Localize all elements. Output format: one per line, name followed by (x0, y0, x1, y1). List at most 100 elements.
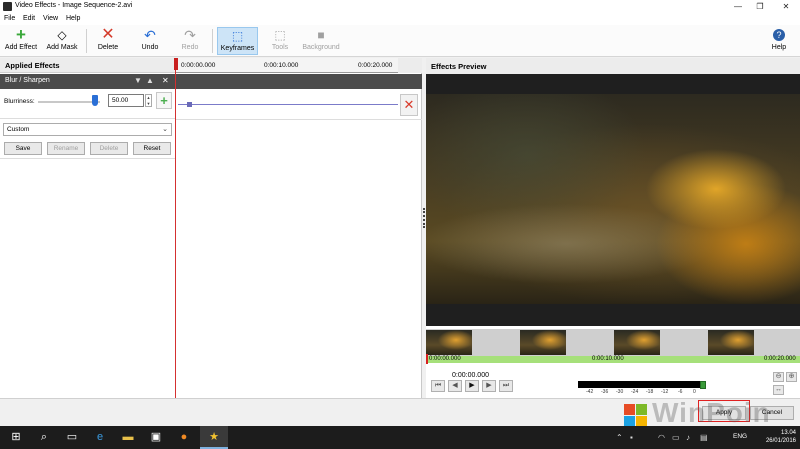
playhead-handle[interactable] (174, 58, 178, 70)
thumbnail (708, 330, 754, 355)
step-forward-button[interactable]: ▶ (482, 380, 496, 392)
add-keyframe-icon: + (160, 93, 168, 108)
blurriness-label: Blurriness: (4, 98, 35, 105)
blurriness-value-field[interactable]: 50.00 (108, 94, 144, 107)
delete-preset-button[interactable]: Delete (90, 142, 128, 155)
preview-timeline-bar[interactable]: 0:00:00.000 0:00:10.000 0:00:20.000 (426, 356, 800, 363)
taskbar-explorer[interactable]: ▬ (114, 426, 142, 449)
menu-help[interactable]: Help (66, 15, 80, 22)
taskbar-store[interactable]: ▣ (142, 426, 170, 449)
move-up-icon[interactable]: ▲ (146, 76, 154, 85)
blurriness-param-row: Blurriness: 50.00 ▲ ▼ + (0, 89, 176, 119)
tray-notification-icon[interactable]: ▤ (700, 433, 708, 442)
volume-meter (578, 381, 700, 388)
window-title: Video Effects - Image Sequence-2.avi (15, 2, 133, 9)
step-back-icon: ◀ (452, 382, 458, 389)
zoom-in-icon: ⊕ (788, 373, 795, 380)
search-button[interactable]: ⌕ (30, 426, 58, 449)
play-button[interactable]: ▶ (465, 380, 479, 392)
step-forward-icon: ▶ (486, 382, 492, 389)
add-keyframe-button[interactable]: + (156, 92, 172, 109)
search-icon: ⌕ (40, 431, 48, 443)
timeline-playhead[interactable] (175, 58, 176, 398)
undo-button[interactable]: ↶ Undo (136, 27, 164, 55)
app-icon (3, 2, 12, 11)
start-button[interactable]: ⊞ (2, 426, 30, 449)
tray-app-icon[interactable]: ▪ (630, 433, 633, 442)
blurriness-slider-track[interactable] (38, 101, 100, 103)
clock-time: 13.04 (780, 430, 796, 436)
task-view-button[interactable]: ▭ (58, 426, 86, 449)
taskbar-edge[interactable]: e (86, 426, 114, 449)
delete-button[interactable]: ✕ Delete (94, 27, 122, 55)
tray-battery-icon[interactable]: ▭ (672, 433, 680, 442)
timeline-label: 0:00:00.000 (429, 356, 461, 362)
taskbar-video-editor[interactable]: ★ (200, 426, 228, 449)
zoom-in-button[interactable]: ⊕ (786, 372, 797, 382)
toolbar-divider (212, 29, 213, 53)
plus-icon: + (16, 25, 26, 44)
menu-view[interactable]: View (43, 15, 58, 22)
preset-dropdown[interactable]: Custom ⌄ (3, 123, 172, 136)
delete-x-icon: ✕ (101, 26, 115, 43)
reset-preset-button[interactable]: Reset (133, 142, 171, 155)
go-to-end-button[interactable]: ⏭ (499, 380, 513, 392)
effects-preview-header: Effects Preview (426, 58, 800, 74)
windows-taskbar: ⊞ ⌕ ▭ e ▬ ▣ ● ★ ⌃ ▪ ◠ ▭ ♪ ▤ ENG 13.04 26… (0, 426, 800, 449)
move-down-icon[interactable]: ▼ (134, 76, 142, 85)
keyframe-marker[interactable] (187, 102, 192, 107)
go-to-start-button[interactable]: ⏮ (431, 380, 445, 392)
effect-name: Blur / Sharpen (5, 77, 50, 84)
thumbnail (614, 330, 660, 355)
redo-button[interactable]: ↷ Redo (176, 27, 204, 55)
tray-chevron-icon[interactable]: ⌃ (616, 433, 623, 442)
timeline-label: 0:00:10.000 (592, 356, 624, 362)
firefox-icon: ● (180, 431, 188, 443)
toolbar-divider (86, 29, 87, 53)
taskbar-firefox[interactable]: ● (170, 426, 198, 449)
splitter-grip[interactable] (423, 208, 425, 228)
current-timecode: 0:00:00.000 (452, 372, 489, 379)
tray-volume-icon[interactable]: ♪ (686, 433, 690, 442)
preview-playhead[interactable] (426, 354, 428, 364)
store-icon: ▣ (150, 431, 162, 443)
skip-back-icon: ⏮ (434, 382, 442, 389)
background-button[interactable]: ■ Background (300, 27, 342, 55)
remove-keyframe-button[interactable]: ✕ (400, 94, 418, 116)
fit-timeline-button[interactable]: ↔ (773, 385, 784, 395)
close-button[interactable]: ✕ (776, 1, 796, 12)
folder-icon: ▬ (122, 431, 134, 443)
menu-file[interactable]: File (4, 15, 15, 22)
remove-effect-icon[interactable]: ✕ (162, 76, 169, 85)
tray-wifi-icon[interactable]: ◠ (658, 433, 665, 442)
timeline-ruler[interactable]: 0:00:00.000 0:00:10.000 0:00:20.000 (176, 58, 398, 73)
preview-screen (426, 74, 800, 326)
ruler-corner (398, 58, 422, 73)
timeline-label: 0:00:20.000 (764, 356, 796, 362)
mask-icon: ◇ (57, 28, 67, 42)
maximize-button[interactable]: ❐ (750, 1, 770, 12)
help-button[interactable]: ? Help (768, 27, 790, 55)
menu-edit[interactable]: Edit (23, 15, 35, 22)
minimize-button[interactable]: — (728, 1, 748, 12)
blurriness-spinner[interactable]: ▲ ▼ (145, 94, 152, 107)
tray-language[interactable]: ENG (733, 433, 747, 440)
tools-button[interactable]: ⬚ Tools (266, 27, 294, 55)
undo-icon: ↶ (144, 27, 156, 43)
clock-date: 26/01/2016 (765, 438, 796, 444)
tray-clock[interactable]: 13.04 26/01/2016 (766, 429, 796, 445)
preset-value: Custom (7, 126, 30, 133)
thumbnail-strip[interactable] (426, 329, 800, 356)
add-effect-button[interactable]: + Add Effect (2, 25, 40, 55)
keyframes-button[interactable]: ⬚ Keyframes (217, 27, 258, 55)
keyframe-track-line (178, 104, 398, 105)
help-icon: ? (773, 29, 785, 41)
step-back-button[interactable]: ◀ (448, 380, 462, 392)
save-preset-button[interactable]: Save (4, 142, 42, 155)
blurriness-slider-thumb[interactable] (92, 95, 99, 106)
add-mask-button[interactable]: ◇ Add Mask (44, 27, 80, 55)
zoom-out-button[interactable]: ⊖ (773, 372, 784, 382)
preset-row: Custom ⌄ Save Rename Delete Reset (0, 119, 176, 159)
effect-header[interactable]: Blur / Sharpen ▼ ▲ ✕ (0, 74, 422, 89)
rename-preset-button[interactable]: Rename (47, 142, 85, 155)
